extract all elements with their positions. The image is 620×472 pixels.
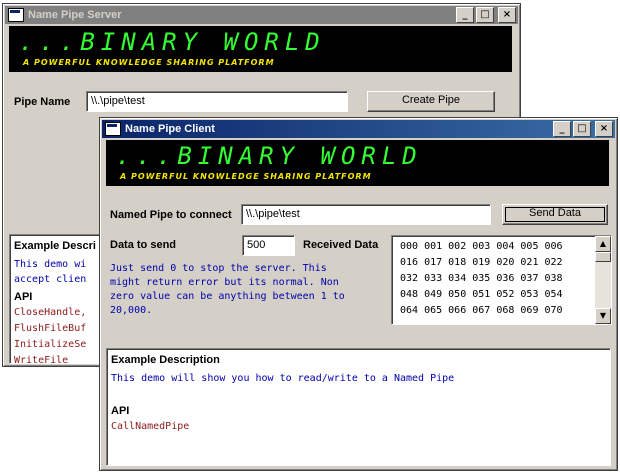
list-item[interactable]: 032 033 034 035 036 037 038 — [400, 273, 563, 284]
data-to-send-input[interactable]: 500 — [242, 235, 295, 256]
received-data-label: Received Data — [303, 239, 379, 251]
desc-line: accept clien — [14, 274, 87, 285]
received-data-list[interactable]: 000 001 002 003 004 005 006 016 017 018 … — [391, 235, 612, 325]
banner-title: ...BINARY WORLD — [19, 28, 326, 56]
minimize-button[interactable]: _ — [456, 7, 474, 23]
scroll-up-icon[interactable]: ▲ — [595, 236, 611, 252]
api-line: CloseHandle, — [14, 307, 87, 318]
api-line: InitializeSe — [14, 339, 87, 350]
client-window[interactable]: Name Pipe Client _ □ × ...BINARY WORLD A… — [99, 117, 618, 471]
hint-text: Just send 0 to stop the server. This mig… — [110, 262, 390, 318]
client-titlebar[interactable]: Name Pipe Client _ □ × — [102, 120, 615, 138]
scroll-thumb[interactable] — [595, 252, 611, 262]
server-banner: ...BINARY WORLD A POWERFUL KNOWLEDGE SHA… — [9, 26, 512, 72]
server-titlebar[interactable]: Name Pipe Server _ □ × — [5, 6, 518, 24]
api-line: CallNamedPipe — [111, 421, 190, 432]
banner-title: ...BINARY WORLD — [116, 142, 423, 170]
desc-heading: Example Descri — [14, 240, 96, 252]
banner-tagline: A POWERFUL KNOWLEDGE SHARING PLATFORM — [120, 172, 372, 181]
list-item[interactable]: 064 065 066 067 068 069 070 — [400, 305, 563, 316]
hint-line: might return error but its normal. Non — [110, 277, 339, 288]
vertical-scrollbar[interactable]: ▲ ▼ — [595, 236, 611, 324]
banner-tagline: A POWERFUL KNOWLEDGE SHARING PLATFORM — [23, 58, 275, 67]
server-title: Name Pipe Server — [28, 9, 122, 21]
app-icon — [8, 8, 24, 22]
close-button[interactable]: × — [595, 121, 613, 137]
api-line: WriteFile — [14, 355, 69, 364]
api-heading: API — [111, 405, 130, 417]
close-button[interactable]: × — [498, 7, 516, 23]
desc-line: This demo wi — [14, 259, 87, 270]
api-line: FlushFileBuf — [14, 323, 87, 334]
send-data-button[interactable]: Send Data — [502, 204, 608, 225]
list-item[interactable]: 016 017 018 019 020 021 022 — [400, 257, 563, 268]
hint-line: Just send 0 to stop the server. This — [110, 263, 327, 274]
pipe-name-input[interactable]: \\.\pipe\test — [86, 91, 348, 112]
maximize-button[interactable]: □ — [573, 121, 591, 137]
connect-pipe-input[interactable]: \\.\pipe\test — [241, 204, 491, 225]
create-pipe-button[interactable]: Create Pipe — [367, 91, 495, 112]
hint-line: 20,000. — [110, 305, 153, 316]
app-icon — [105, 122, 121, 136]
list-item[interactable]: 048 049 050 051 052 053 054 — [400, 289, 563, 300]
list-item[interactable]: 000 001 002 003 004 005 006 — [400, 241, 563, 252]
client-description-box: Example Description This demo will show … — [106, 348, 611, 466]
maximize-button[interactable]: □ — [476, 7, 494, 23]
minimize-button[interactable]: _ — [553, 121, 571, 137]
hint-line: zero value can be anything between 1 to — [110, 291, 345, 302]
desc-text: This demo will show you how to read/writ… — [111, 373, 455, 384]
client-banner: ...BINARY WORLD A POWERFUL KNOWLEDGE SHA… — [106, 140, 609, 186]
client-title: Name Pipe Client — [125, 123, 215, 135]
pipe-name-label: Pipe Name — [14, 96, 71, 108]
connect-label: Named Pipe to connect — [110, 209, 232, 221]
data-to-send-label: Data to send — [110, 239, 177, 251]
desc-heading: Example Description — [111, 354, 220, 366]
scroll-down-icon[interactable]: ▼ — [595, 308, 611, 324]
api-heading: API — [14, 291, 33, 303]
